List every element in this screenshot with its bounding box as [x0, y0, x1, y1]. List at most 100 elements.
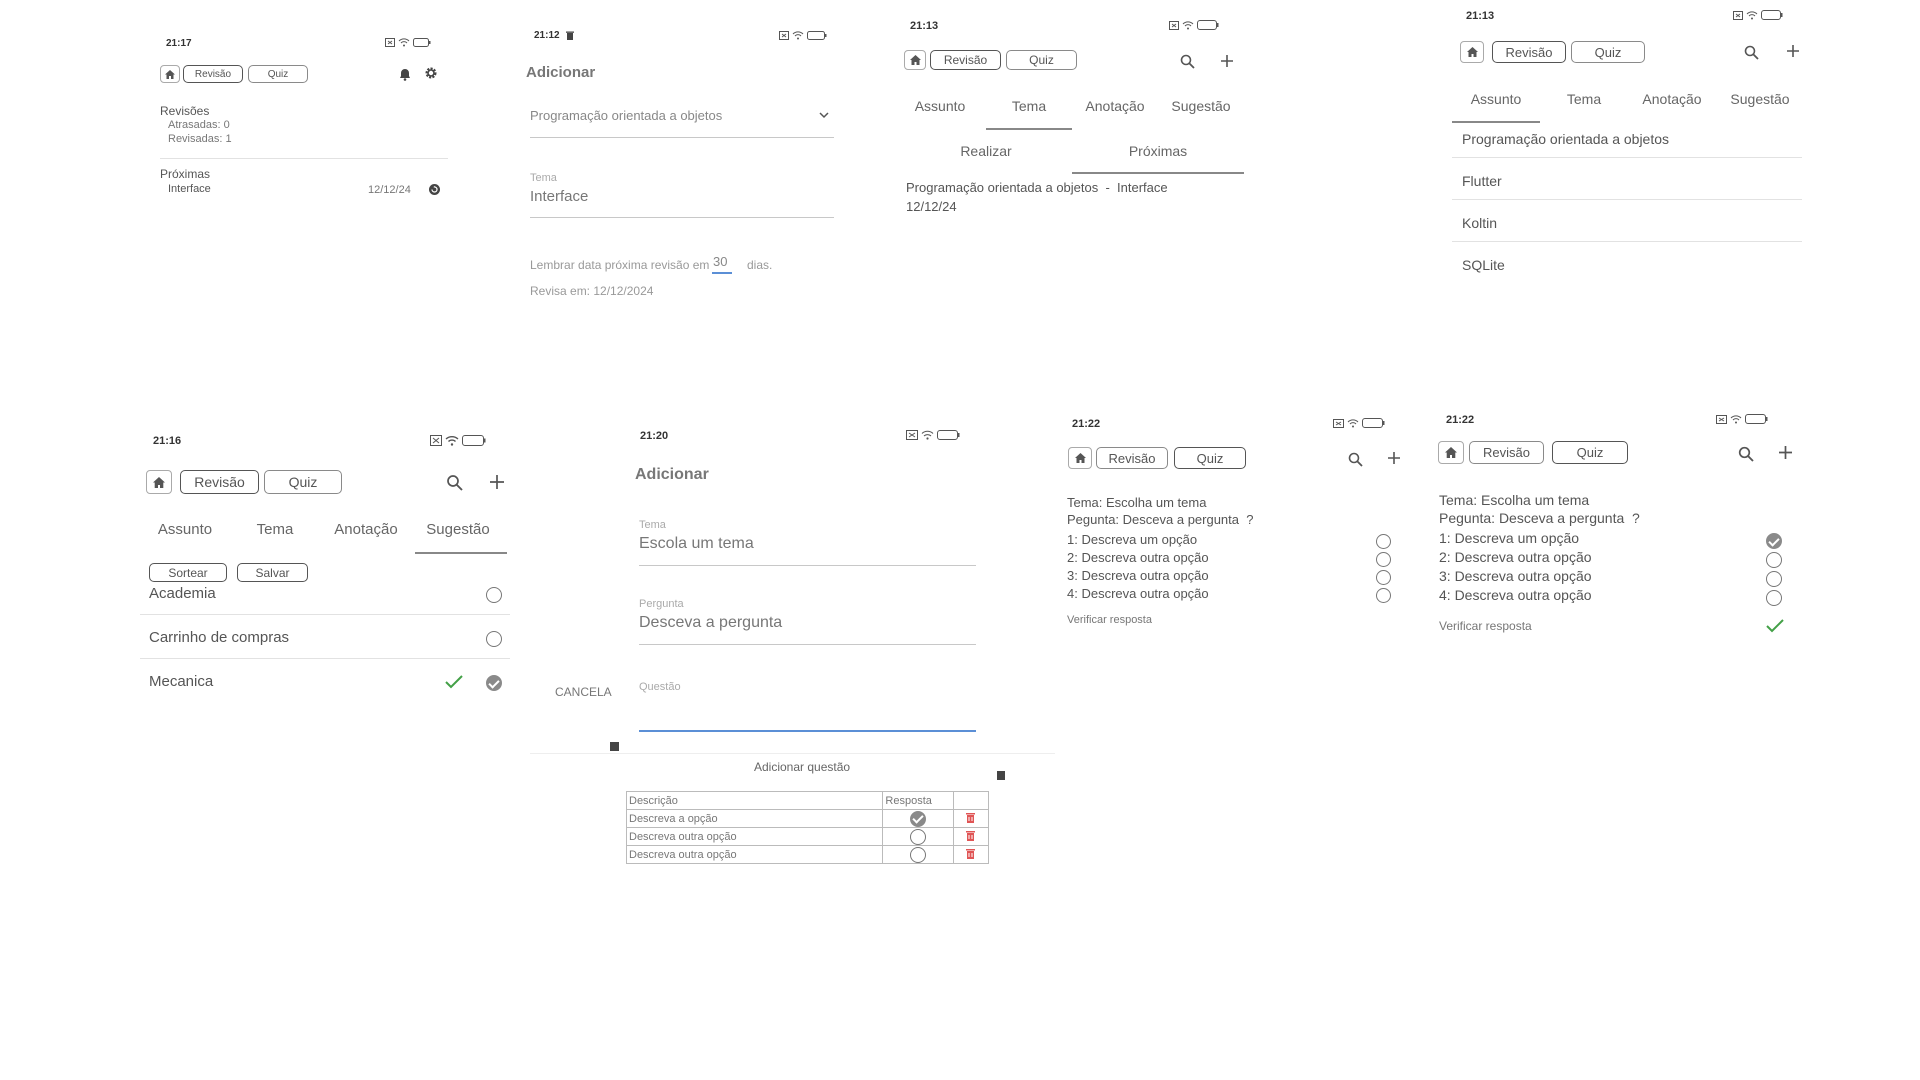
plus-icon[interactable] [489, 474, 505, 490]
home-button[interactable] [904, 50, 926, 70]
quiz-option[interactable]: 2: Descreva outra opção [1439, 549, 1592, 565]
cancel-button[interactable]: CANCELA [555, 685, 612, 699]
option-description[interactable]: Descreva outra opção [625, 827, 884, 846]
select-radio[interactable] [486, 587, 502, 603]
search-icon[interactable] [1738, 446, 1754, 462]
quiz-option[interactable]: 3: Descreva outra opção [1067, 568, 1209, 583]
select-radio[interactable] [486, 631, 502, 647]
assunto-item[interactable]: Flutter [1462, 173, 1502, 189]
bell-icon[interactable] [399, 68, 411, 81]
tab-assunto[interactable]: Assunto [140, 521, 230, 538]
salvar-button[interactable]: Salvar [237, 563, 308, 582]
quiz-button[interactable]: Quiz [1571, 41, 1645, 63]
pergunta-input[interactable]: Desceva a pergunta [639, 614, 782, 632]
handle-right[interactable] [997, 771, 1005, 780]
chevron-down-icon[interactable] [819, 112, 829, 119]
verify-button[interactable]: Verificar resposta [1067, 614, 1152, 626]
add-questao-button[interactable]: Adicionar questão [754, 760, 850, 774]
option-radio[interactable] [1376, 588, 1391, 603]
revisao-button[interactable]: Revisão [180, 470, 259, 494]
proxima-item-name[interactable]: Interface [168, 183, 211, 195]
search-icon[interactable] [446, 474, 463, 491]
option-radio[interactable] [1376, 570, 1391, 585]
assunto-item[interactable]: Koltin [1462, 215, 1497, 231]
plus-icon[interactable] [1387, 451, 1401, 465]
subtab-proximas[interactable]: Próximas [1072, 143, 1244, 159]
option-description[interactable]: Descreva outra opção [625, 845, 884, 864]
quiz-button[interactable]: Quiz [248, 65, 308, 83]
quiz-option[interactable]: 1: Descreva um opção [1439, 530, 1579, 546]
home-button[interactable] [1460, 41, 1484, 63]
tab-anotacao[interactable]: Anotação [320, 521, 412, 538]
home-button[interactable] [1068, 447, 1092, 469]
quiz-button[interactable]: Quiz [264, 470, 342, 494]
sugestao-item[interactable]: Academia [149, 585, 216, 602]
review-icon[interactable] [428, 183, 441, 196]
search-icon[interactable] [1348, 452, 1363, 467]
option-radio-checked[interactable] [1766, 533, 1782, 549]
option-radio[interactable] [1376, 552, 1391, 567]
handle-left[interactable] [610, 742, 619, 751]
tema-input[interactable]: Interface [530, 188, 588, 205]
quiz-option[interactable]: 3: Descreva outra opção [1439, 568, 1592, 584]
search-icon[interactable] [1180, 54, 1195, 69]
plus-icon[interactable] [1778, 445, 1793, 460]
answer-cell [882, 809, 954, 828]
tab-tema[interactable]: Tema [986, 98, 1072, 114]
tab-assunto[interactable]: Assunto [900, 98, 980, 114]
option-radio[interactable] [1766, 571, 1782, 587]
option-radio[interactable] [1766, 590, 1782, 606]
home-button[interactable] [160, 65, 180, 83]
trash-icon[interactable] [966, 812, 976, 823]
status-icons [1733, 10, 1783, 20]
status-time: 21:12 [534, 30, 560, 41]
quiz-option[interactable]: 1: Descreva um opção [1067, 532, 1197, 547]
plus-icon[interactable] [1786, 44, 1800, 58]
verify-button[interactable]: Verificar resposta [1439, 619, 1532, 633]
assunto-item[interactable]: SQLite [1462, 257, 1505, 273]
subtab-realizar[interactable]: Realizar [900, 143, 1072, 159]
tab-tema[interactable]: Tema [230, 521, 320, 538]
tab-assunto[interactable]: Assunto [1452, 91, 1540, 107]
quiz-button[interactable]: Quiz [1174, 447, 1246, 469]
quiz-button[interactable]: Quiz [1552, 441, 1628, 464]
remind-days-input[interactable]: 30 [713, 254, 727, 269]
proxima-entry-title[interactable]: Programação orientada a objetos - Interf… [906, 180, 1168, 195]
tema-input[interactable]: Escola um tema [639, 535, 754, 553]
plus-icon[interactable] [1220, 54, 1234, 68]
quiz-button[interactable]: Quiz [1006, 50, 1077, 70]
option-description[interactable]: Descreva a opção [625, 809, 884, 828]
search-icon[interactable] [1744, 45, 1759, 60]
tab-sugestao[interactable]: Sugestão [1158, 98, 1244, 114]
revisao-button[interactable]: Revisão [1469, 441, 1544, 464]
answer-radio-checked[interactable] [910, 810, 927, 827]
answer-radio[interactable] [910, 846, 927, 863]
assunto-dropdown-value[interactable]: Programação orientada a objetos [530, 108, 722, 123]
sugestao-item[interactable]: Carrinho de compras [149, 629, 289, 646]
option-radio[interactable] [1766, 552, 1782, 568]
revisao-button[interactable]: Revisão [183, 65, 243, 83]
revisao-button[interactable]: Revisão [1096, 447, 1168, 469]
quiz-option[interactable]: 4: Descreva outra opção [1067, 586, 1209, 601]
gear-icon[interactable] [424, 66, 438, 80]
assunto-item[interactable]: Programação orientada a objetos [1462, 131, 1669, 147]
tab-anotacao[interactable]: Anotação [1628, 91, 1716, 107]
tab-sugestao[interactable]: Sugestão [412, 521, 504, 538]
revisao-button[interactable]: Revisão [930, 50, 1001, 70]
option-radio[interactable] [1376, 534, 1391, 549]
tab-anotacao[interactable]: Anotação [1072, 98, 1158, 114]
tab-tema[interactable]: Tema [1540, 91, 1628, 107]
revisao-button[interactable]: Revisão [1492, 41, 1566, 63]
trash-icon[interactable] [966, 830, 976, 841]
tab-sugestao[interactable]: Sugestão [1716, 91, 1804, 107]
quiz-option[interactable]: 4: Descreva outra opção [1439, 587, 1592, 603]
select-radio-checked[interactable] [486, 675, 502, 691]
answer-radio[interactable] [910, 828, 927, 845]
remind-label: Lembrar data próxima revisão em [530, 258, 710, 272]
sugestao-item[interactable]: Mecanica [149, 673, 213, 690]
trash-icon[interactable] [966, 848, 976, 859]
home-button[interactable] [146, 470, 172, 494]
home-button[interactable] [1438, 441, 1464, 464]
quiz-option[interactable]: 2: Descreva outra opção [1067, 550, 1209, 565]
sortear-button[interactable]: Sortear [149, 563, 227, 582]
